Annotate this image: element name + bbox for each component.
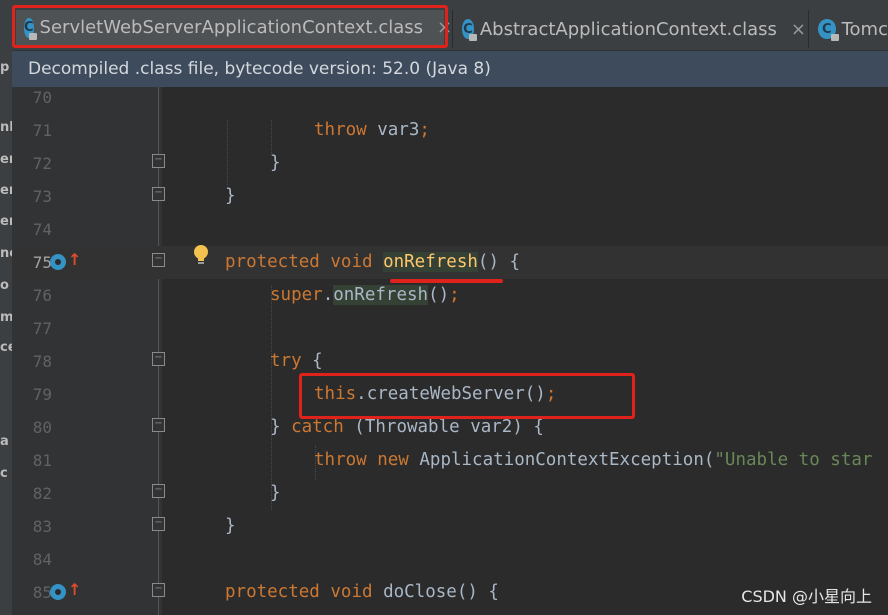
sidebar-fragment: a (0, 434, 9, 449)
sidebar-fragment: ne (0, 246, 12, 261)
overrides-method-icon[interactable] (50, 254, 66, 270)
code-line-84: 84 (12, 543, 888, 576)
line-number: 83 (32, 517, 52, 536)
tab-tomcat[interactable]: C Tomc (810, 10, 888, 48)
code-text: } (270, 483, 281, 503)
code-punct: . (322, 285, 334, 305)
annotation-red-box-create-web-server (299, 373, 635, 419)
code-line-81: 81 throw new ApplicationContextException… (12, 444, 888, 477)
fold-marker-icon[interactable]: − (152, 517, 165, 531)
keyword: catch (291, 417, 344, 437)
close-icon[interactable]: × (791, 19, 806, 40)
code-line-76: 76 super.onRefresh(); (12, 279, 888, 312)
code-text: doClose() { (372, 582, 499, 602)
code-line-82: 82 } (12, 477, 888, 510)
fold-marker-icon[interactable]: − (152, 418, 165, 432)
fold-marker-icon[interactable]: − (152, 583, 165, 597)
line-number: 85 (32, 583, 52, 602)
line-number: 76 (32, 286, 52, 305)
sidebar-fragment: nl (0, 120, 12, 135)
class-file-icon: C (818, 19, 839, 41)
code-line-75: 75 protected void onRefresh() { (12, 246, 888, 279)
code-line-71: 71 throw var3; (12, 114, 888, 147)
code-punct: ; (419, 120, 430, 140)
line-number: 71 (32, 121, 52, 140)
fold-marker-icon[interactable]: − (152, 154, 165, 168)
project-sidebar-edge: p nl er er er ne o m ce a c (0, 0, 12, 615)
keyword: super (270, 285, 323, 305)
tab-separator (808, 10, 809, 48)
code-text: () { (477, 252, 521, 272)
keyword: try (270, 351, 302, 371)
lightbulb-icon[interactable] (193, 244, 209, 268)
code-text: } (270, 417, 292, 437)
sidebar-fragment: c (0, 466, 8, 481)
sidebar-fragment: er (0, 214, 12, 229)
code-text: { (301, 351, 323, 371)
line-number: 75 (32, 253, 52, 272)
sidebar-fragment: o (0, 278, 9, 293)
overrides-method-icon[interactable] (50, 584, 66, 600)
code-line-83: 83 } (12, 510, 888, 543)
sidebar-fragment: er (0, 152, 12, 167)
code-text: () (428, 285, 450, 305)
fold-marker-icon[interactable]: − (152, 253, 165, 267)
code-text: } (270, 153, 281, 173)
sidebar-fragment: er (0, 183, 12, 198)
method-call: onRefresh (333, 285, 429, 305)
keyword: void (330, 582, 373, 602)
fold-marker-icon[interactable]: − (152, 352, 165, 366)
line-number: 72 (32, 154, 52, 173)
method-name: onRefresh (383, 252, 478, 272)
code-text: } (225, 186, 236, 206)
keyword: protected (225, 582, 320, 602)
keyword: throw (314, 120, 367, 140)
code-text: } (225, 516, 236, 536)
keyword: throw (314, 450, 367, 470)
tab-separator (452, 10, 453, 48)
line-number: 74 (32, 220, 52, 239)
tab-label: Tomc (841, 18, 888, 40)
line-number: 70 (32, 88, 52, 107)
line-number: 73 (32, 187, 52, 206)
sidebar-fragment: p (0, 60, 10, 75)
line-number: 80 (32, 418, 52, 437)
keyword: new (377, 450, 409, 470)
code-punct: ; (449, 285, 460, 305)
sidebar-fragment: m (0, 310, 12, 325)
tab-label: AbstractApplicationContext.class (479, 18, 777, 40)
line-number: 81 (32, 451, 52, 470)
annotation-red-underline (390, 279, 503, 283)
code-text: (Throwable var2) { (343, 417, 544, 437)
line-number: 79 (32, 385, 52, 404)
code-line-73: 73 } (12, 180, 888, 213)
code-line-77: 77 (12, 312, 888, 345)
watermark: CSDN @小星向上 (741, 587, 872, 606)
code-text: ApplicationContextException( (408, 450, 715, 470)
up-arrow-icon[interactable]: ↑ (68, 250, 81, 269)
code-text: var3 (366, 120, 420, 140)
line-number: 78 (32, 352, 52, 371)
line-number: 84 (32, 550, 52, 569)
class-file-icon: C (462, 19, 477, 41)
sidebar-fragment: ce (0, 340, 12, 355)
up-arrow-icon[interactable]: ↑ (68, 580, 81, 599)
banner-text: Decompiled .class file, bytecode version… (28, 59, 491, 79)
string-literal: "Unable to star (714, 450, 873, 470)
keyword: void (330, 252, 373, 272)
fold-marker-icon[interactable]: − (152, 484, 165, 498)
line-number: 82 (32, 484, 52, 503)
code-line-70: 70 (12, 81, 888, 114)
annotation-red-box-tab (12, 5, 448, 48)
code-line-74: 74 (12, 213, 888, 246)
keyword: protected (225, 252, 320, 272)
line-number: 77 (32, 319, 52, 338)
code-line-72: 72 } (12, 147, 888, 180)
fold-marker-icon[interactable]: − (152, 187, 165, 201)
tab-abstract-application-context[interactable]: C AbstractApplicationContext.class × (454, 10, 806, 48)
